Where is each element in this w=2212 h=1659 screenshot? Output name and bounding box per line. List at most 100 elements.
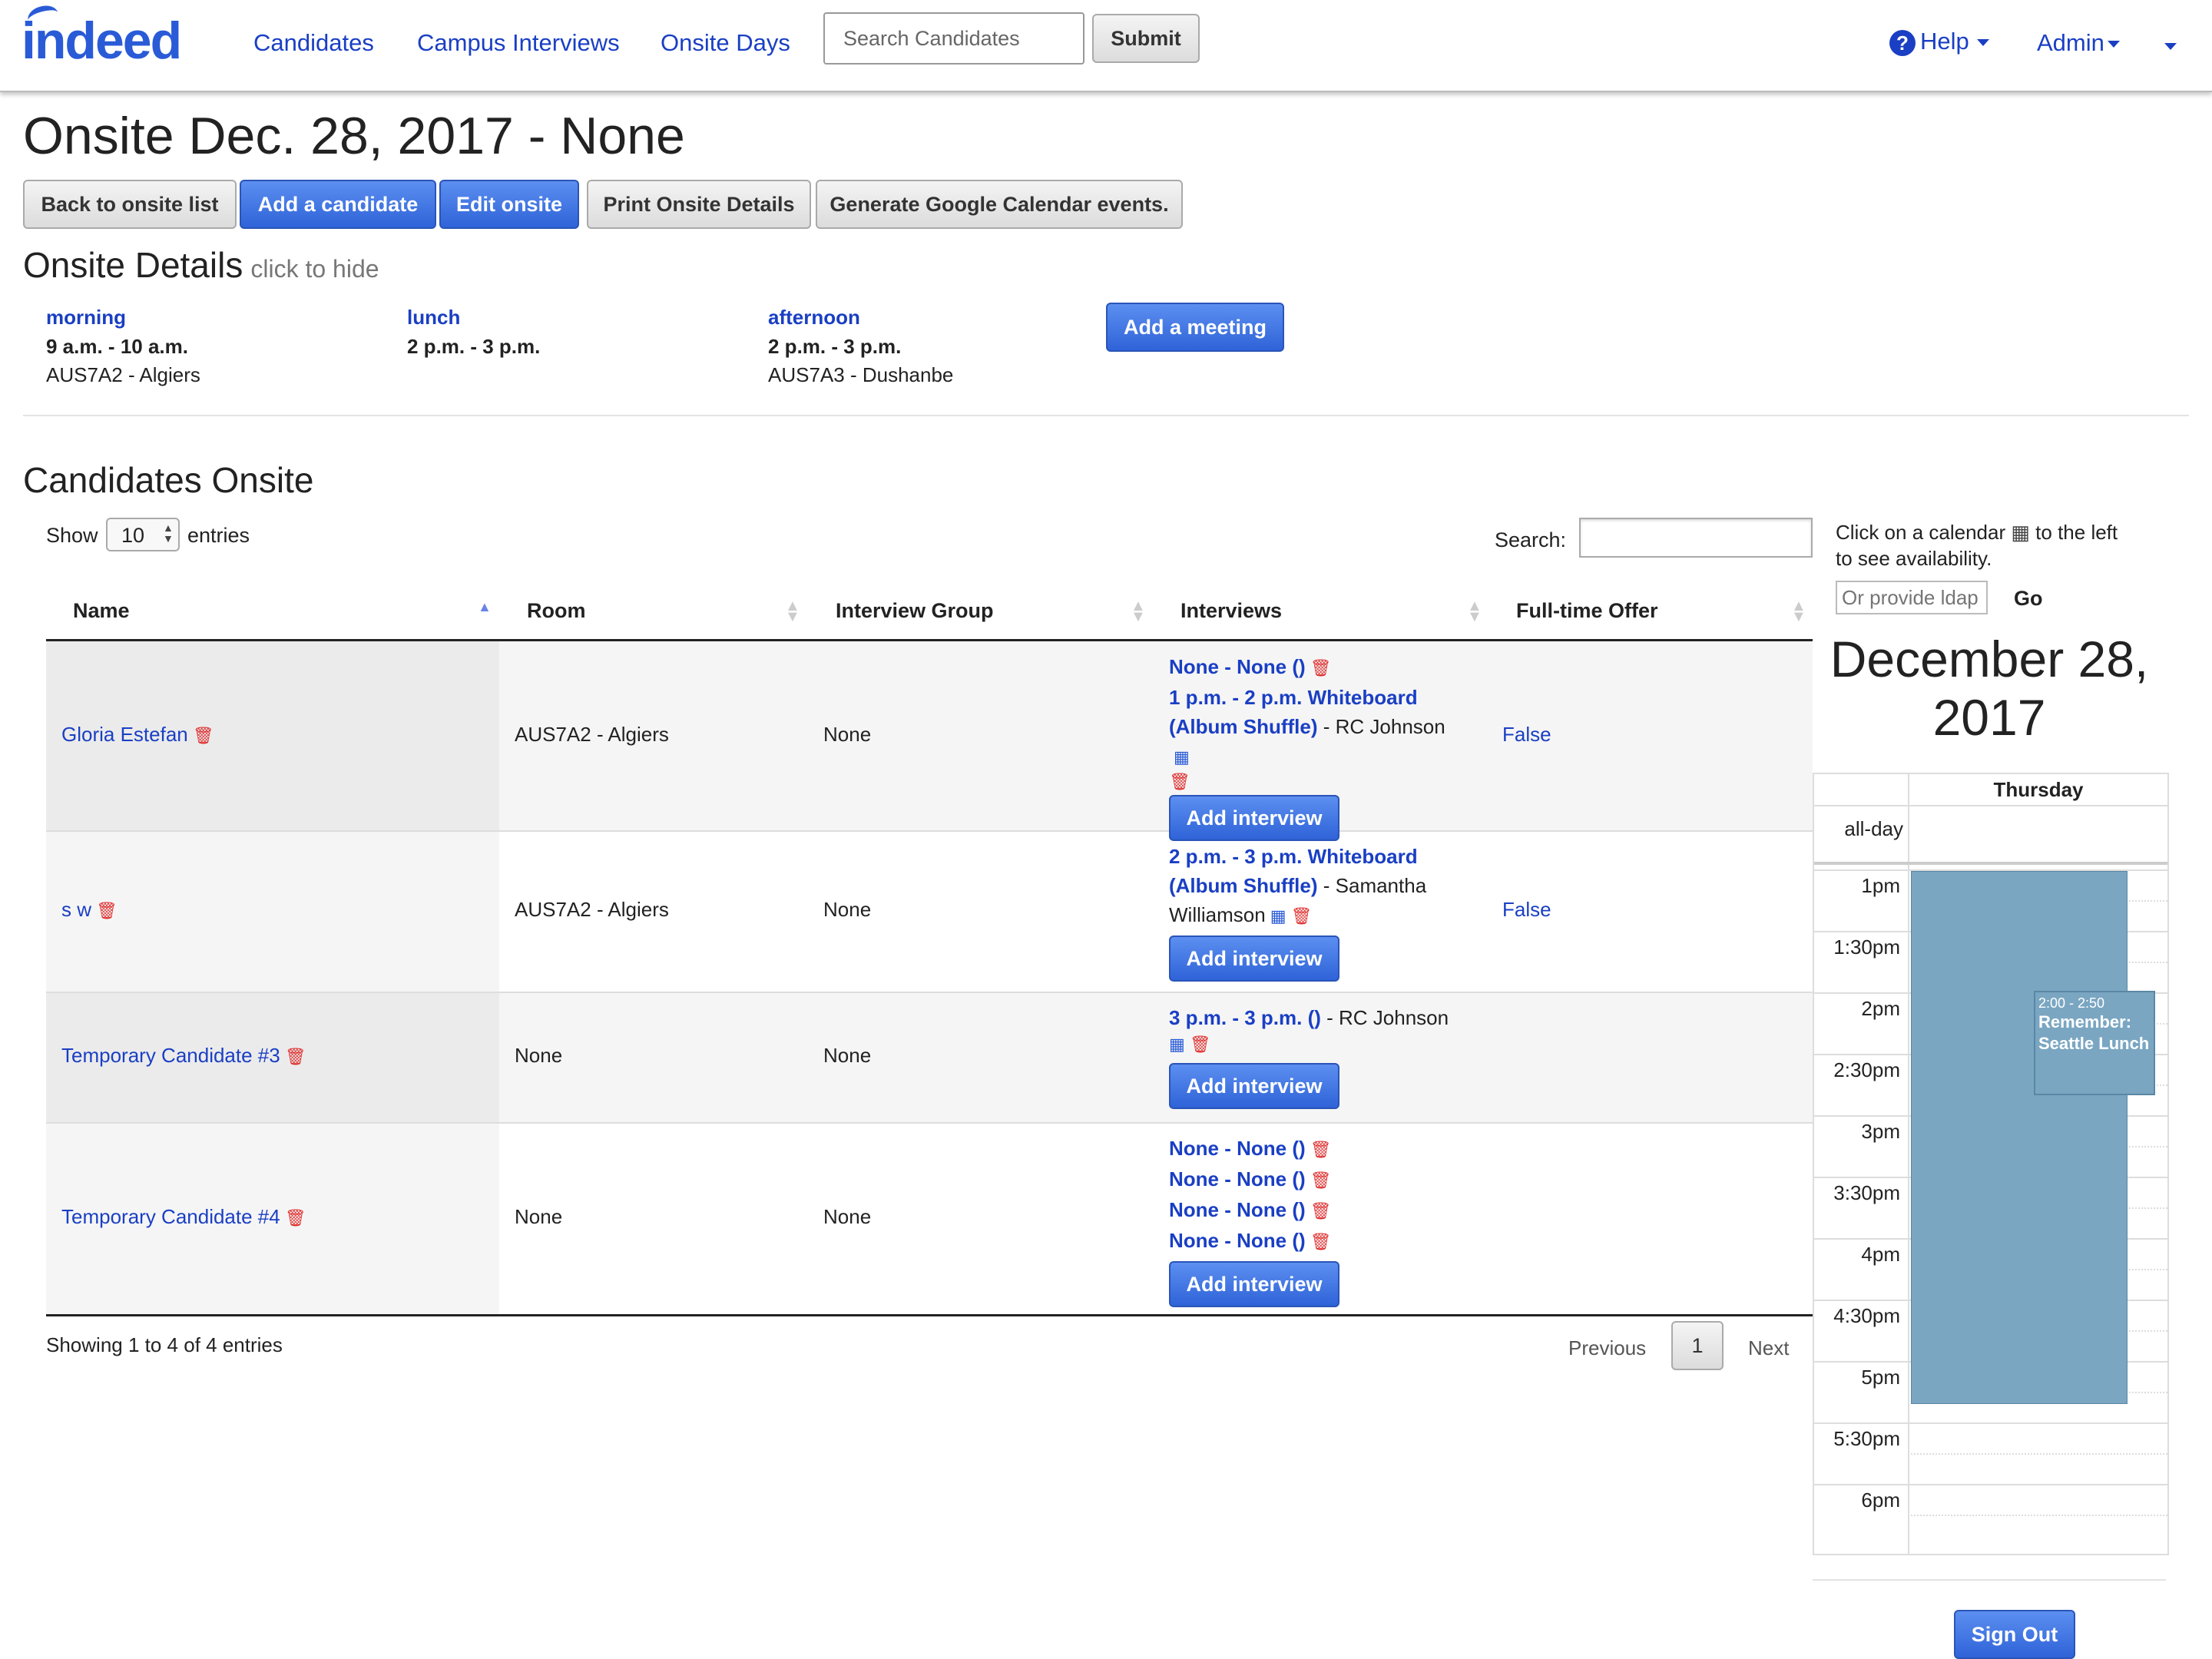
ldap-input[interactable] — [1836, 581, 1988, 614]
click-to-hide-toggle[interactable]: click to hide — [250, 255, 379, 283]
slot-name-afternoon[interactable]: afternoon — [768, 306, 860, 329]
trash-icon[interactable]: 🗑 — [1310, 1166, 1332, 1195]
interview-link[interactable]: 1 p.m. - 2 p.m. Whiteboard — [1169, 686, 1418, 709]
interview-link[interactable]: 3 p.m. - 3 p.m. () — [1169, 1006, 1321, 1029]
calendar-icon[interactable]: ▦ — [1169, 1034, 1185, 1055]
pagination-page-1[interactable]: 1 — [1671, 1321, 1724, 1370]
trash-icon[interactable]: 🗑 — [1310, 654, 1332, 683]
user-menu-caret-icon[interactable] — [2164, 43, 2177, 50]
calendar-icon[interactable]: ▦ — [1270, 902, 1286, 931]
nav-link-onsite-days[interactable]: Onsite Days — [661, 29, 790, 57]
full-time-offer-link[interactable]: False — [1502, 898, 1551, 922]
trash-icon[interactable]: 🗑 — [285, 1208, 306, 1228]
edit-onsite-button[interactable]: Edit onsite — [439, 180, 579, 229]
nav-link-campus-interviews[interactable]: Campus Interviews — [417, 29, 620, 57]
trash-icon[interactable]: 🗑 — [1169, 773, 1190, 790]
submit-search-button[interactable]: Submit — [1092, 14, 1200, 63]
entries-per-page-select[interactable]: 10 ▲ ▼ — [106, 518, 180, 551]
sort-asc-icon[interactable]: ▲ — [478, 599, 492, 615]
nav-link-candidates[interactable]: Candidates — [253, 29, 374, 57]
calendar-line — [1814, 862, 2167, 865]
candidate-name-link[interactable]: s w — [61, 898, 91, 921]
calendar-date-line: 2017 — [1932, 689, 2046, 746]
candidate-name-link[interactable]: Gloria Estefan — [61, 723, 188, 746]
sort-both-icon[interactable]: ▲ ▼ — [1791, 598, 1806, 624]
indeed-logo[interactable]: indeed — [22, 2, 182, 71]
trash-icon[interactable]: 🗑 — [1310, 1135, 1332, 1164]
interview-link[interactable]: None - None () — [1169, 1167, 1306, 1190]
add-interview-button[interactable]: Add interview — [1169, 1063, 1339, 1109]
calendar-icon[interactable]: ▦ — [1174, 743, 1190, 772]
calendar-date-line: December 28, — [1830, 631, 2149, 687]
go-button[interactable]: Go — [2014, 587, 2043, 611]
add-interview-button[interactable]: Add interview — [1169, 1261, 1339, 1307]
table-bottom-border — [46, 1314, 1813, 1316]
print-onsite-details-button[interactable]: Print Onsite Details — [587, 180, 811, 229]
interview-link[interactable]: (Album Shuffle) — [1169, 715, 1318, 738]
sort-both-icon[interactable]: ▲ ▼ — [1467, 598, 1482, 624]
trash-icon[interactable]: 🗑 — [1190, 1034, 1211, 1055]
trash-icon[interactable]: 🗑 — [1310, 1227, 1332, 1257]
column-header-full-time-offer[interactable]: Full-time Offer — [1516, 599, 1658, 623]
trash-icon[interactable]: 🗑 — [1290, 902, 1312, 931]
interview-group-cell: None — [823, 723, 872, 746]
table-row: s w 🗑 AUS7A2 - Algiers None 2 p.m. - 3 p.… — [46, 832, 1813, 993]
slot-name-morning[interactable]: morning — [46, 306, 126, 329]
pagination-previous[interactable]: Previous — [1568, 1336, 1646, 1360]
candidate-name-cell: s w 🗑 — [61, 898, 118, 922]
column-header-name[interactable]: Name — [73, 599, 130, 623]
trash-icon[interactable]: 🗑 — [285, 1047, 306, 1067]
sort-both-icon[interactable]: ▲ ▼ — [1131, 598, 1146, 624]
pagination-next[interactable]: Next — [1748, 1336, 1789, 1360]
sidebar-divider — [1813, 1579, 2166, 1581]
column-header-interview-group[interactable]: Interview Group — [836, 599, 994, 623]
calendar-event[interactable]: 2:00 - 2:50 Remember: Seattle Lunch — [2034, 991, 2155, 1095]
interview-link[interactable]: None - None () — [1169, 1137, 1306, 1160]
add-candidate-button[interactable]: Add a candidate — [240, 180, 436, 229]
sign-out-button[interactable]: Sign Out — [1954, 1610, 2075, 1659]
help-menu[interactable]: ? Help — [1889, 28, 1989, 56]
full-time-offer-link[interactable]: False — [1502, 723, 1551, 747]
interviewer-name: - Samantha — [1317, 874, 1427, 897]
interview-link[interactable]: 2 p.m. - 3 p.m. Whiteboard — [1169, 845, 1418, 868]
calendar-day-header: Thursday — [1993, 778, 2084, 801]
generate-google-calendar-button[interactable]: Generate Google Calendar events. — [816, 180, 1183, 229]
onsite-details-title: Onsite Details — [23, 245, 243, 285]
column-header-room[interactable]: Room — [527, 599, 586, 623]
interviews-cell: None - None () 🗑 None - None () 🗑 None - N… — [1169, 1134, 1461, 1307]
interviewer-name: - RC Johnson — [1317, 715, 1445, 738]
room-cell: AUS7A2 - Algiers — [515, 898, 669, 921]
table-row: Gloria Estefan 🗑 AUS7A2 - Algiers None No… — [46, 641, 1813, 841]
help-caret-icon — [1976, 39, 1989, 47]
room-cell: AUS7A2 - Algiers — [515, 723, 669, 746]
calendar-busy-block[interactable] — [1911, 871, 2128, 1404]
add-meeting-button[interactable]: Add a meeting — [1106, 303, 1284, 352]
table-search-input[interactable] — [1579, 518, 1813, 558]
sort-both-icon[interactable]: ▲ ▼ — [785, 598, 800, 624]
slot-name-lunch[interactable]: lunch — [407, 306, 460, 329]
availability-hint: Click on a calendar ▦ to the left to see… — [1836, 519, 2166, 571]
interview-link[interactable]: (Album Shuffle) — [1169, 874, 1318, 897]
slot-time-morning: 9 a.m. - 10 a.m. — [46, 335, 188, 358]
trash-icon[interactable]: 🗑 — [193, 726, 214, 746]
onsite-details-heading: Onsite Details click to hide — [23, 244, 379, 286]
interview-link[interactable]: None - None () — [1169, 1229, 1306, 1252]
admin-menu[interactable]: Admin — [2037, 29, 2120, 57]
interviews-cell: 2 p.m. - 3 p.m. Whiteboard (Album Shuffl… — [1169, 842, 1461, 982]
interview-link[interactable]: None - None () — [1169, 1198, 1306, 1221]
trash-icon[interactable]: 🗑 — [96, 901, 118, 921]
all-day-label: all-day — [1844, 817, 1903, 840]
search-candidates-input[interactable] — [823, 12, 1084, 65]
admin-caret-icon — [2107, 41, 2120, 48]
candidate-name-link[interactable]: Temporary Candidate #4 — [61, 1205, 280, 1228]
candidate-name-link[interactable]: Temporary Candidate #3 — [61, 1044, 280, 1067]
back-to-onsite-list-button[interactable]: Back to onsite list — [23, 180, 237, 229]
room-cell: None — [515, 1205, 563, 1228]
column-header-interviews[interactable]: Interviews — [1181, 599, 1282, 623]
add-interview-button[interactable]: Add interview — [1169, 935, 1339, 982]
trash-icon[interactable]: 🗑 — [1310, 1197, 1332, 1226]
help-icon: ? — [1889, 29, 1916, 56]
interviews-cell: None - None () 🗑 1 p.m. - 2 p.m. Whiteboa… — [1169, 652, 1461, 841]
interview-link[interactable]: None - None () — [1169, 655, 1306, 678]
calendar-icon: ▦ — [2011, 521, 2030, 544]
